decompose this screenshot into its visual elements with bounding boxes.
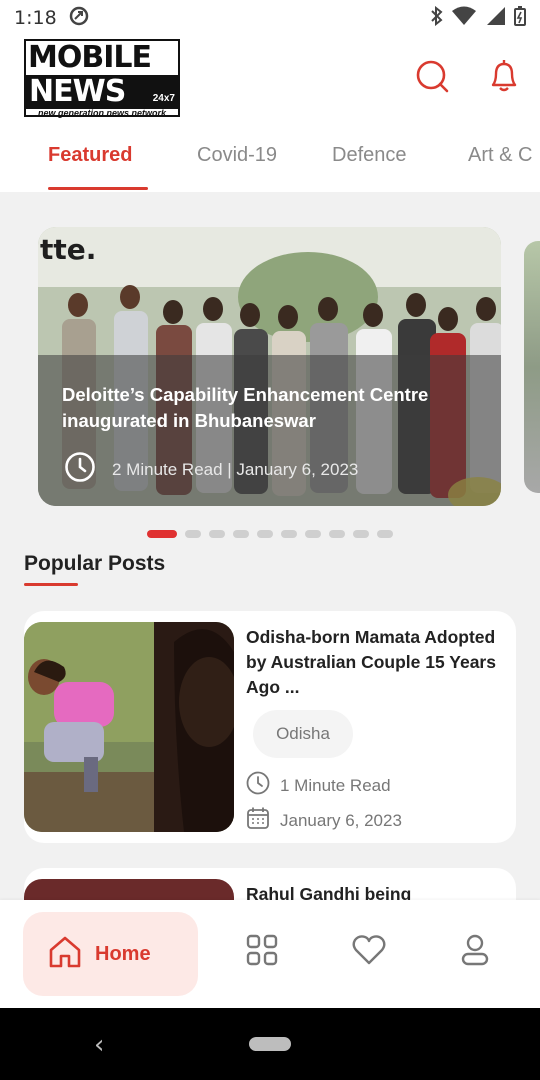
clock-icon xyxy=(64,451,96,488)
featured-meta-text: 2 Minute Read | January 6, 2023 xyxy=(112,459,359,479)
carousel-dot[interactable] xyxy=(233,530,249,538)
home-icon xyxy=(47,934,83,975)
carousel-dot[interactable] xyxy=(147,530,177,538)
search-icon xyxy=(414,58,450,99)
signal-icon xyxy=(484,6,506,31)
post-date-text: January 6, 2023 xyxy=(280,810,402,830)
post-title[interactable]: Odisha-born Mamata Adopted by Australian… xyxy=(246,625,496,700)
featured-meta: 2 Minute Read | January 6, 2023 xyxy=(64,451,358,488)
featured-title[interactable]: Deloitte’s Capability Enhancement Centre… xyxy=(62,382,482,434)
clock-icon xyxy=(246,771,270,800)
post-date: January 6, 2023 xyxy=(246,806,402,835)
next-featured-card[interactable] xyxy=(524,241,540,493)
grid-icon xyxy=(245,933,279,972)
notifications-button[interactable] xyxy=(484,58,524,98)
status-time: 1:18 xyxy=(14,7,57,29)
status-bar: 1:18 xyxy=(0,0,540,36)
carousel-dot[interactable] xyxy=(305,530,321,538)
tab-covid-19[interactable]: Covid-19 xyxy=(197,144,277,167)
tab-featured[interactable]: Featured xyxy=(48,144,132,167)
logo-tag: 24x7 xyxy=(152,93,175,104)
tab-defence[interactable]: Defence xyxy=(332,144,407,167)
tab-art-culture[interactable]: Art & C xyxy=(468,144,532,167)
featured-card[interactable]: tte. Deloitte’s Capability Enhancement C… xyxy=(38,227,501,506)
battery-icon xyxy=(514,5,526,31)
system-nav-bar: ‹ xyxy=(0,1008,540,1080)
heart-icon xyxy=(352,934,386,971)
carousel-dot[interactable] xyxy=(281,530,297,538)
post-read-time: 1 Minute Read xyxy=(246,771,391,800)
carousel-dot[interactable] xyxy=(185,530,201,538)
photo-sign-text: tte. xyxy=(40,233,96,266)
carousel-dot[interactable] xyxy=(377,530,393,538)
app-header: MOBILE NEWS 24x7 new generation news net… xyxy=(0,36,540,126)
logo-line1: MOBILE xyxy=(28,40,152,75)
status-icons xyxy=(430,5,526,31)
logo-line2: NEWS xyxy=(29,74,126,109)
carousel-dot[interactable] xyxy=(353,530,369,538)
post-read-time-text: 1 Minute Read xyxy=(280,775,391,795)
home-pill[interactable] xyxy=(249,1037,291,1051)
logo-tagline: new generation news network xyxy=(37,108,167,118)
popular-posts-underline xyxy=(24,583,78,586)
back-chevron-icon[interactable]: ‹ xyxy=(94,1030,104,1060)
carousel-dot[interactable] xyxy=(329,530,345,538)
data-saver-icon xyxy=(69,6,89,31)
active-tab-indicator xyxy=(48,187,148,190)
nav-home-label: Home xyxy=(95,942,151,965)
post-card[interactable]: Odisha-born Mamata Adopted by Australian… xyxy=(24,611,516,843)
brand-logo[interactable]: MOBILE NEWS 24x7 new generation news net… xyxy=(24,39,180,118)
post-thumbnail xyxy=(24,622,234,832)
profile-icon xyxy=(460,933,490,972)
post-category-chip[interactable]: Odisha xyxy=(253,710,353,758)
carousel-dots xyxy=(147,530,393,538)
search-button[interactable] xyxy=(412,58,452,98)
calendar-icon xyxy=(246,806,270,835)
logo-line2-bar: NEWS 24x7 xyxy=(26,75,178,109)
carousel-dot[interactable] xyxy=(257,530,273,538)
nav-profile-button[interactable] xyxy=(455,932,495,972)
category-tabs: Featured Covid-19 Defence Art & C xyxy=(0,126,540,192)
bell-icon xyxy=(487,58,521,99)
nav-home-button[interactable]: Home xyxy=(23,912,198,996)
popular-posts-title: Popular Posts xyxy=(24,552,166,575)
nav-favorites-button[interactable] xyxy=(349,932,389,972)
wifi-icon xyxy=(452,6,476,31)
bottom-nav: Home xyxy=(0,900,540,1008)
carousel-dot[interactable] xyxy=(209,530,225,538)
nav-categories-button[interactable] xyxy=(242,932,282,972)
bluetooth-icon xyxy=(430,5,444,31)
